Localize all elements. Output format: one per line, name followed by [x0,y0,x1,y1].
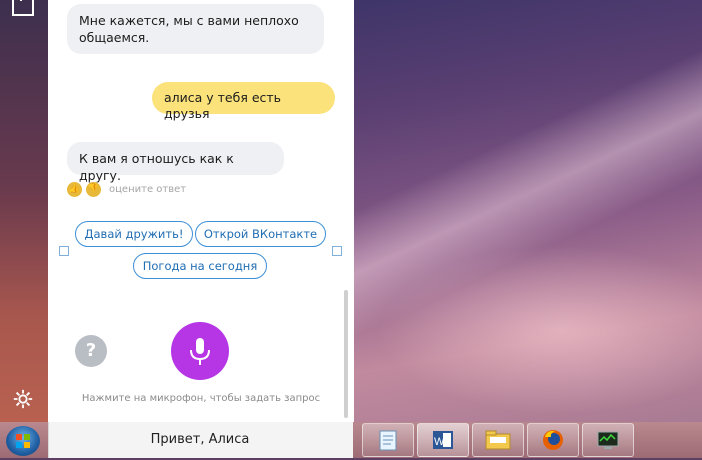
search-box-text: Привет, Алиса [150,432,250,447]
taskbar-app-explorer[interactable] [472,423,524,457]
answer-rating: 👍 👎 оцените ответ [67,180,186,198]
rate-label: оцените ответ [109,183,187,195]
suggestion-weather[interactable]: Погода на сегодня [133,253,267,279]
notepad-icon [379,430,397,451]
file-explorer-icon [485,430,511,450]
suggestion-make-friends[interactable]: Давай дружить! [75,221,193,247]
suggestion-open-vk[interactable]: Открой ВКонтакте [195,221,326,247]
microphone-icon [190,338,210,365]
taskbar-app-monitor[interactable] [582,423,634,457]
start-button[interactable] [6,426,40,456]
alice-message: Мне кажется, мы с вами неплохо общаемся. [67,4,324,54]
firefox-icon [543,430,563,450]
svg-text:W: W [434,436,445,448]
microphone-button[interactable] [171,322,229,380]
taskbar-app-firefox[interactable] [527,423,579,457]
user-message: алиса у тебя есть друзья [152,82,335,121]
thumbs-down-icon[interactable]: 👎 [86,181,101,197]
windows-logo-icon [16,434,30,448]
word-icon: W [433,431,453,449]
left-sidebar [0,0,48,422]
microphone-hint: Нажмите на микрофон, чтобы задать запрос [81,393,321,404]
selection-handle [59,246,69,256]
selection-handle [332,246,342,256]
help-button[interactable]: ? [75,335,107,367]
thumbs-up-icon[interactable]: 👍 [67,181,82,197]
task-manager-icon [597,431,619,449]
gear-icon[interactable] [12,388,34,410]
taskbar-app-word[interactable]: W [417,423,469,457]
alice-message: К вам я отношусь как к другу. [67,142,284,183]
taskbar-app-notepad[interactable] [362,423,414,457]
folder-icon[interactable] [12,0,34,16]
